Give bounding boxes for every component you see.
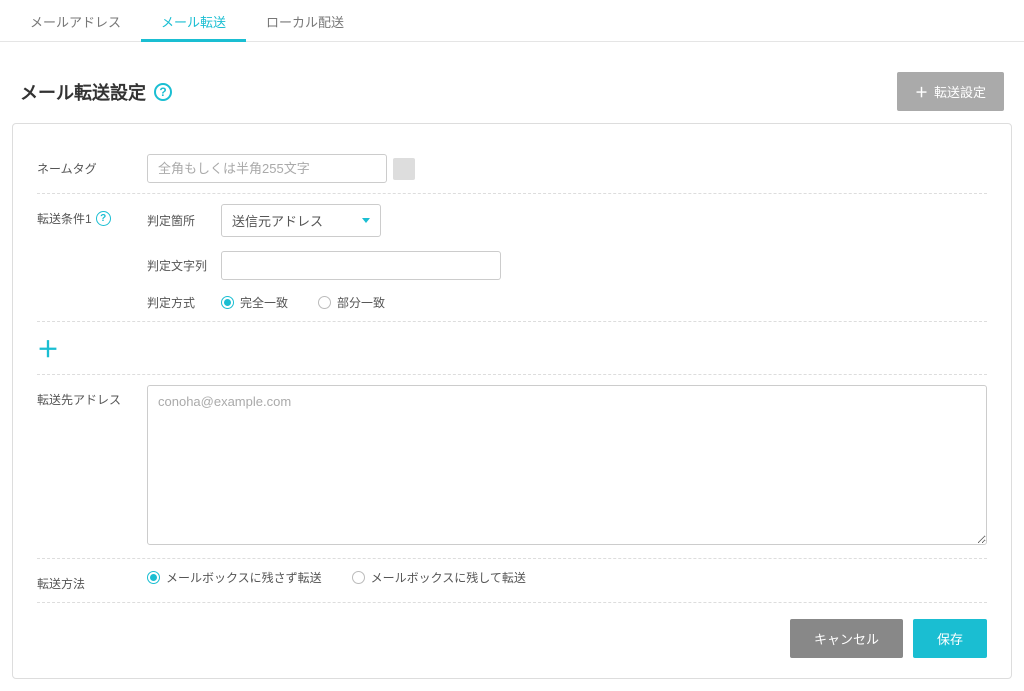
judge-string-label: 判定文字列 <box>147 257 207 274</box>
add-condition-row: ＋ <box>37 322 987 375</box>
tab-mail-forward[interactable]: メール転送 <box>141 0 246 41</box>
radio-partial-match[interactable]: 部分一致 <box>318 294 385 311</box>
radio-icon <box>221 296 234 309</box>
color-picker-button[interactable] <box>393 158 415 180</box>
judge-method-label: 判定方式 <box>147 294 207 311</box>
help-icon[interactable]: ? <box>96 211 111 226</box>
radio-keep[interactable]: メールボックスに残して転送 <box>352 569 526 586</box>
tab-mail-address[interactable]: メールアドレス <box>10 0 141 41</box>
forward-address-textarea[interactable] <box>147 385 987 545</box>
help-icon[interactable]: ? <box>154 83 172 101</box>
radio-exact-match[interactable]: 完全一致 <box>221 294 288 311</box>
radio-icon <box>147 571 160 584</box>
judge-place-select[interactable]: 送信元アドレス <box>221 204 381 237</box>
name-tag-input[interactable] <box>147 154 387 183</box>
tab-local-delivery[interactable]: ローカル配送 <box>246 0 364 41</box>
settings-panel: ネームタグ 転送条件1 ? 判定箇所 送信元アドレス 判定文字列 <box>12 123 1012 679</box>
add-button-label: 転送設定 <box>934 82 986 101</box>
forward-address-label: 転送先アドレス <box>37 385 147 408</box>
name-tag-label: ネームタグ <box>37 154 147 177</box>
add-condition-button[interactable]: ＋ <box>37 337 59 362</box>
add-forward-setting-button[interactable]: ＋ 転送設定 <box>897 72 1004 111</box>
judge-string-input[interactable] <box>221 251 501 280</box>
save-button[interactable]: 保存 <box>913 619 987 658</box>
page-title: メール転送設定 <box>20 79 146 105</box>
radio-icon <box>352 571 365 584</box>
tabs: メールアドレス メール転送 ローカル配送 <box>0 0 1024 42</box>
chevron-down-icon <box>362 218 370 223</box>
radio-no-keep[interactable]: メールボックスに残さず転送 <box>147 569 322 586</box>
forward-method-label: 転送方法 <box>37 569 147 592</box>
page-header: メール転送設定 ? ＋ 転送設定 <box>0 42 1024 123</box>
plus-icon: ＋ <box>915 82 928 101</box>
condition-label: 転送条件1 ? <box>37 204 147 227</box>
judge-place-value: 送信元アドレス <box>232 211 323 230</box>
cancel-button[interactable]: キャンセル <box>790 619 903 658</box>
action-buttons: キャンセル 保存 <box>37 603 987 658</box>
radio-icon <box>318 296 331 309</box>
judge-place-label: 判定箇所 <box>147 212 207 229</box>
